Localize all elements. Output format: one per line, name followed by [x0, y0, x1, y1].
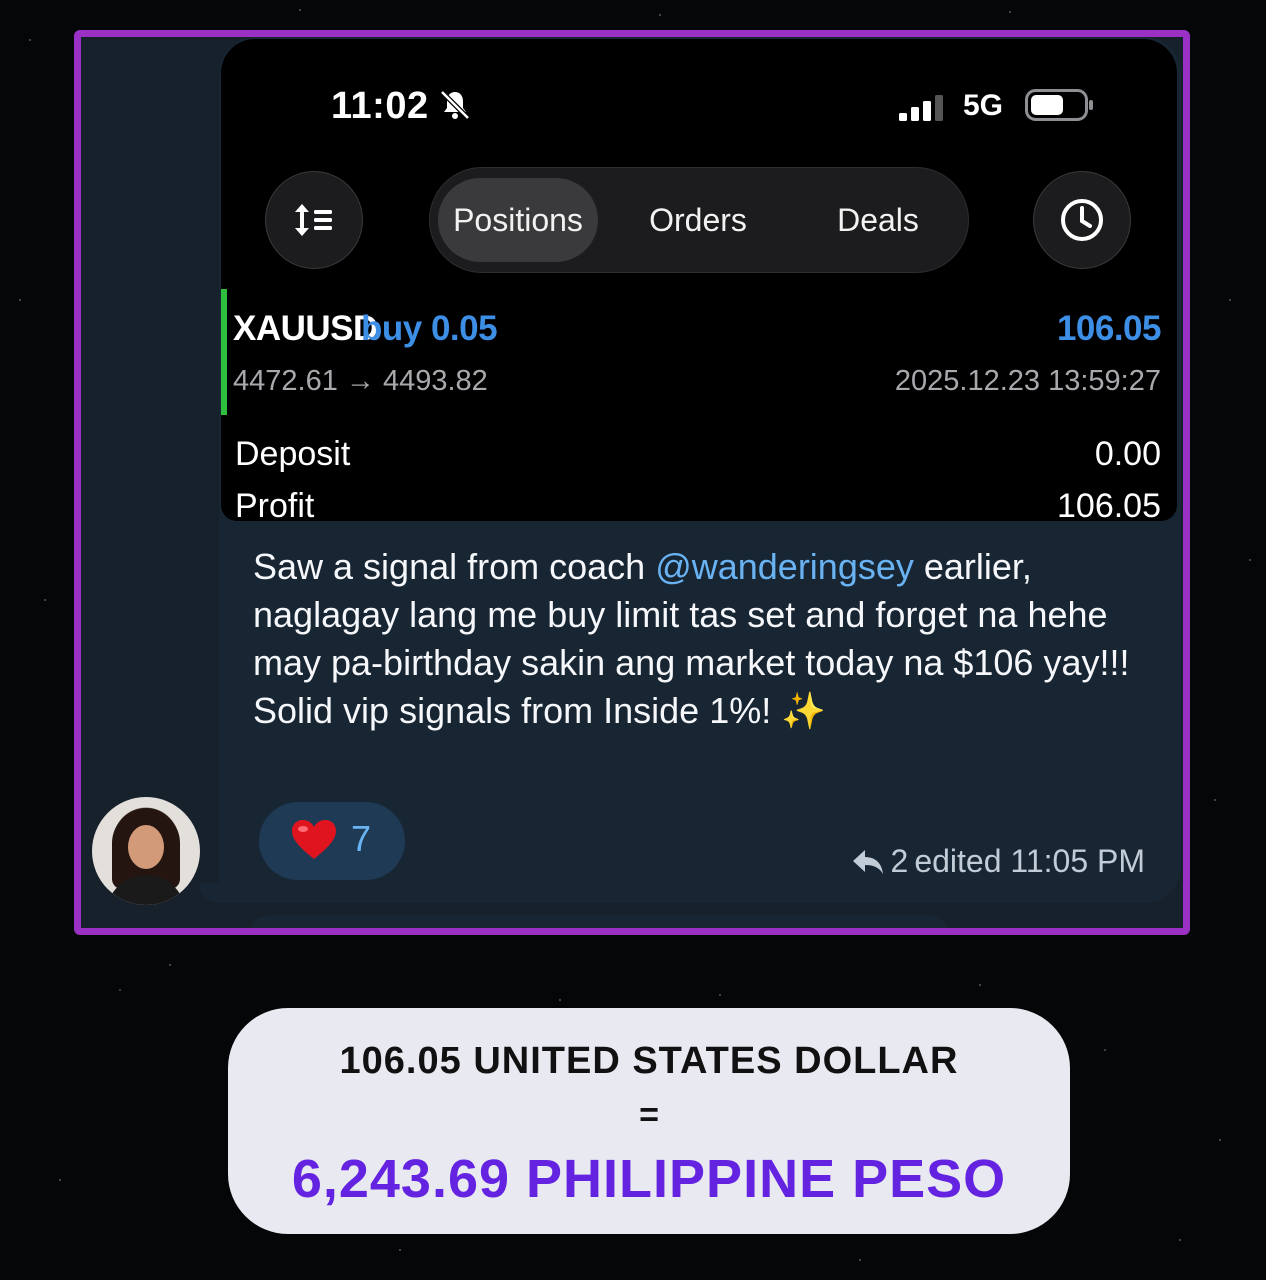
- trade-direction-bar: [221, 289, 227, 415]
- reply-icon: [852, 849, 883, 874]
- trade-profit: 106.05: [1056, 309, 1162, 348]
- deposit-label: Deposit: [235, 435, 351, 473]
- conversion-to: 6,243.69 PHILIPPINE PESO: [291, 1149, 1007, 1209]
- status-time: 11:02: [331, 85, 429, 127]
- network-type: 5G: [963, 89, 1004, 122]
- conversion-card: 106.05 UNITED STATES DOLLAR = 6,243.69 P…: [228, 1008, 1070, 1234]
- tab-orders[interactable]: Orders: [620, 178, 776, 262]
- battery-icon: [1025, 89, 1093, 121]
- tab-deals[interactable]: Deals: [800, 178, 956, 262]
- clock-icon: [1061, 199, 1103, 241]
- avatar[interactable]: [92, 797, 200, 905]
- deposit-value: 0.00: [1094, 435, 1161, 473]
- tab-bar: Positions Orders Deals: [429, 167, 969, 273]
- history-button[interactable]: [1033, 171, 1131, 269]
- trade-datetime: 2025.12.23 13:59:27: [894, 365, 1161, 397]
- screenshot-frame: 11:02 5G Positions Orders Deals XAUUSD b…: [74, 30, 1190, 935]
- profit-label: Profit: [235, 487, 315, 521]
- trade-prices: 4472.61 → 4493.82: [233, 365, 488, 397]
- reaction-count: 7: [351, 818, 372, 859]
- edited-time: edited 11:05 PM: [914, 843, 1145, 879]
- tab-positions[interactable]: Positions: [438, 178, 598, 262]
- message-meta: 2 edited 11:05 PM: [851, 843, 1145, 880]
- trade-symbol[interactable]: XAUUSD: [233, 309, 378, 349]
- signal-icon: [899, 95, 943, 121]
- message-text-start: Saw a signal from coach: [253, 546, 656, 587]
- conversion-from: 106.05 UNITED STATES DOLLAR: [339, 1040, 959, 1082]
- bell-muted-icon: [440, 90, 470, 120]
- trading-app-screenshot: 11:02 5G Positions Orders Deals XAUUSD b…: [221, 39, 1177, 521]
- sort-button[interactable]: [265, 171, 363, 269]
- heart-reaction[interactable]: 7: [259, 802, 405, 880]
- conversion-equals: =: [639, 1096, 659, 1134]
- profit-value: 106.05: [1057, 487, 1161, 521]
- mention-link[interactable]: @wanderingsey: [655, 546, 914, 587]
- trade-side-volume: buy 0.05: [361, 309, 498, 348]
- message-bubble[interactable]: 11:02 5G Positions Orders Deals XAUUSD b…: [219, 37, 1181, 903]
- sort-icon: [295, 204, 332, 236]
- heart-icon: [292, 820, 336, 859]
- reply-count[interactable]: 2: [891, 843, 909, 880]
- next-message-bubble: [249, 915, 949, 928]
- message-text: Saw a signal from coach @wanderingsey ea…: [253, 543, 1133, 735]
